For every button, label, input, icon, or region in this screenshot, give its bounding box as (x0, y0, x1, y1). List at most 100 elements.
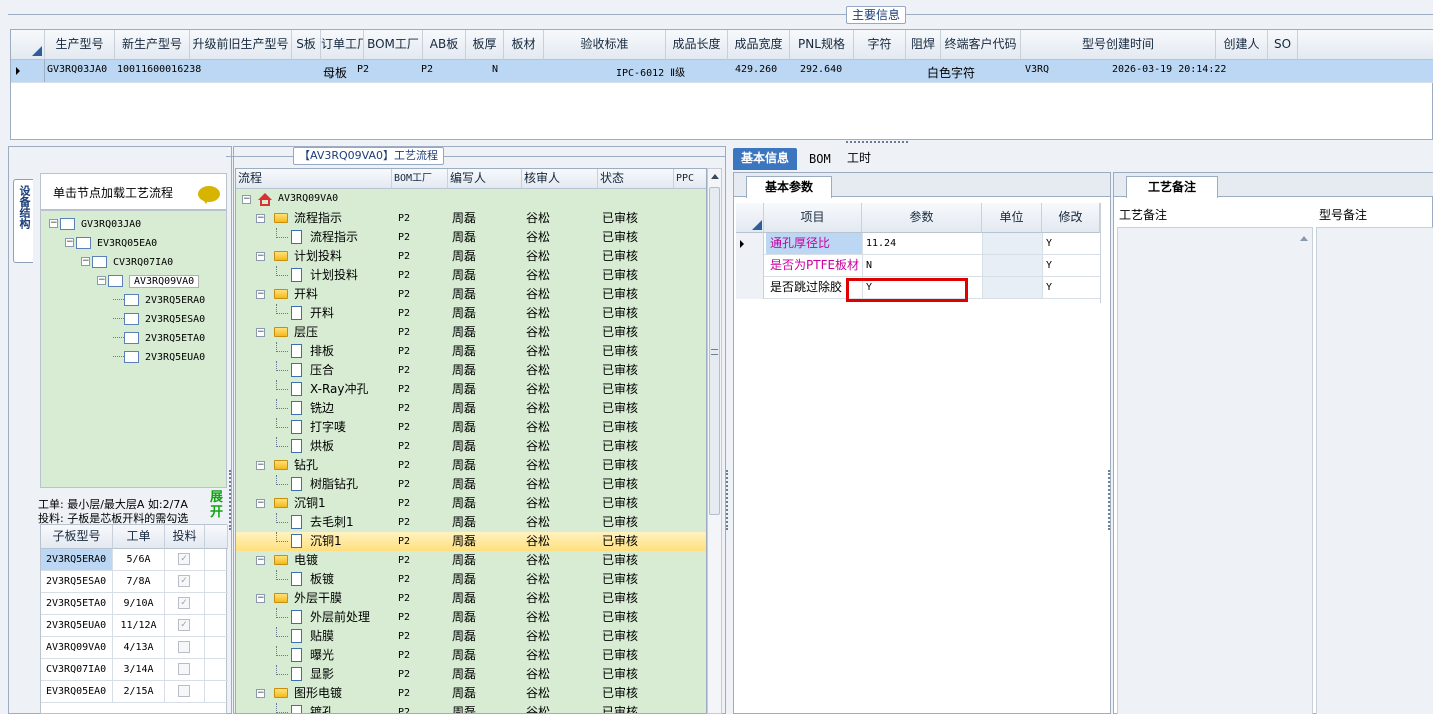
collapse-icon[interactable]: − (256, 252, 265, 261)
main-col-header[interactable]: 验收标准 (544, 30, 666, 60)
param-row[interactable]: 通孔厚径比 11.24 Y (736, 233, 1100, 255)
feed-checkbox[interactable] (178, 663, 190, 675)
param-value[interactable]: 11.24 (862, 233, 982, 254)
param-col-header[interactable]: 项目 (764, 203, 862, 233)
right-splitter[interactable] (1108, 470, 1112, 530)
flow-row[interactable]: X-Ray冲孔 P2 周磊 谷松 已审核 (236, 380, 706, 399)
structure-node[interactable]: 2V3RQ5EUA0 (113, 348, 205, 365)
collapse-icon[interactable]: − (256, 556, 265, 565)
flow-row[interactable]: − 沉铜1 P2 周磊 谷松 已审核 (236, 494, 706, 513)
side-tab-device-structure[interactable]: 设备结构 (13, 179, 33, 263)
flow-col-header[interactable]: 核审人 (522, 169, 598, 189)
flow-row[interactable]: 打字唛 P2 周磊 谷松 已审核 (236, 418, 706, 437)
main-col-header[interactable]: 订单工厂 (321, 30, 364, 60)
main-col-header[interactable]: 新生产型号 (115, 30, 190, 60)
sub-board-row[interactable]: 2V3RQ5EUA0 11/12A ✓ (41, 615, 228, 637)
sub-col-header[interactable]: 子板型号 (41, 525, 113, 549)
main-col-header[interactable]: 阻焊 (906, 30, 941, 60)
flow-row[interactable]: 烘板 P2 周磊 谷松 已审核 (236, 437, 706, 456)
sub-col-header[interactable]: 投料 (165, 525, 205, 549)
main-col-header[interactable]: S板 (292, 30, 321, 60)
splitter-handle[interactable] (846, 141, 908, 145)
param-col-header[interactable]: 参数 (862, 203, 982, 233)
param-col-header[interactable]: 单位 (982, 203, 1042, 233)
collapse-icon[interactable]: − (256, 214, 265, 223)
main-col-header[interactable]: AB板 (423, 30, 466, 60)
param-col-header[interactable]: 修改 (1042, 203, 1100, 233)
flow-row[interactable]: 计划投料 P2 周磊 谷松 已审核 (236, 266, 706, 285)
sub-order[interactable]: 11/12A (113, 615, 165, 636)
flow-row[interactable]: 去毛刺1 P2 周磊 谷松 已审核 (236, 513, 706, 532)
collapse-icon[interactable]: − (65, 238, 74, 247)
collapse-icon[interactable]: − (49, 219, 58, 228)
collapse-icon[interactable]: − (81, 257, 90, 266)
collapse-icon[interactable]: − (256, 594, 265, 603)
flow-root-node[interactable]: − AV3RQ09VA0 (236, 190, 706, 209)
feed-checkbox[interactable]: ✓ (178, 619, 190, 631)
flow-row[interactable]: − 层压 P2 周磊 谷松 已审核 (236, 323, 706, 342)
collapse-icon[interactable]: − (256, 290, 265, 299)
main-col-header[interactable]: 成品宽度 (728, 30, 790, 60)
flow-row[interactable]: 板镀 P2 周磊 谷松 已审核 (236, 570, 706, 589)
flow-row[interactable]: − 外层干膜 P2 周磊 谷松 已审核 (236, 589, 706, 608)
tab-process-remark[interactable]: 工艺备注 (1126, 176, 1218, 198)
feed-checkbox[interactable]: ✓ (178, 597, 190, 609)
flow-row[interactable]: − 计划投料 P2 周磊 谷松 已审核 (236, 247, 706, 266)
flow-row[interactable]: 镀孔 P2 周磊 谷松 已审核 (236, 703, 706, 713)
param-value[interactable]: N (862, 255, 982, 276)
flow-col-header[interactable]: BOM工厂 (392, 169, 448, 189)
model-remark-field[interactable] (1316, 227, 1433, 714)
main-info-data-row[interactable]: GV3RQ03JA0 10011600016238 母板 P2 P2 N IPC-6012 … (11, 60, 1433, 83)
remark-scroll-up-icon[interactable] (1300, 236, 1308, 241)
sub-board-row[interactable]: 2V3RQ5ESA0 7/8A ✓ (41, 571, 228, 593)
main-col-header[interactable]: 型号创建时间 (1021, 30, 1216, 60)
collapse-icon[interactable]: − (256, 328, 265, 337)
structure-node[interactable]: 2V3RQ5ESA0 (113, 310, 205, 327)
flow-row[interactable]: 铣边 P2 周磊 谷松 已审核 (236, 399, 706, 418)
main-col-header[interactable]: 成品长度 (666, 30, 728, 60)
feed-checkbox[interactable] (178, 641, 190, 653)
structure-node[interactable]: − CV3RQ07IA0 (81, 253, 173, 270)
sub-board-row[interactable]: 2V3RQ5ERA0 5/6A ✓ (41, 549, 228, 571)
flow-row[interactable]: 树脂钻孔 P2 周磊 谷松 已审核 (236, 475, 706, 494)
scroll-up-icon[interactable] (711, 174, 719, 179)
sub-order[interactable]: 9/10A (113, 593, 165, 614)
main-col-header[interactable]: BOM工厂 (364, 30, 423, 60)
flow-row[interactable]: 外层前处理 P2 周磊 谷松 已审核 (236, 608, 706, 627)
mid-splitter[interactable] (726, 470, 730, 530)
flow-row[interactable]: 贴膜 P2 周磊 谷松 已审核 (236, 627, 706, 646)
main-col-header[interactable]: 生产型号 (45, 30, 115, 60)
flow-col-header[interactable]: 流程 (236, 169, 392, 189)
collapse-icon[interactable]: − (242, 195, 251, 204)
structure-node[interactable]: 2V3RQ5ETA0 (113, 329, 205, 346)
tab-work-hours[interactable]: 工时 (847, 149, 871, 167)
flow-row[interactable]: − 开料 P2 周磊 谷松 已审核 (236, 285, 706, 304)
flow-row[interactable]: 流程指示 P2 周磊 谷松 已审核 (236, 228, 706, 247)
flow-row[interactable]: 曝光 P2 周磊 谷松 已审核 (236, 646, 706, 665)
flow-row[interactable]: − 电镀 P2 周磊 谷松 已审核 (236, 551, 706, 570)
structure-node[interactable]: − AV3RQ09VA0 (97, 272, 200, 289)
sub-board-row[interactable]: AV3RQ09VA0 4/13A (41, 637, 228, 659)
main-col-header[interactable]: 创建人 (1216, 30, 1268, 60)
structure-node[interactable]: − EV3RQ05EA0 (65, 234, 157, 251)
flow-row[interactable]: 显影 P2 周磊 谷松 已审核 (236, 665, 706, 684)
sub-order[interactable]: 2/15A (113, 681, 165, 702)
flow-scrollbar[interactable] (707, 168, 722, 714)
sub-board-row[interactable]: CV3RQ07IA0 3/14A (41, 659, 228, 681)
flow-row[interactable]: 开料 P2 周磊 谷松 已审核 (236, 304, 706, 323)
main-col-header[interactable]: 升级前旧生产型号 (190, 30, 292, 60)
main-col-header[interactable]: 板材 (504, 30, 544, 60)
sub-order[interactable]: 3/14A (113, 659, 165, 680)
main-col-header[interactable]: 终端客户代码 (941, 30, 1021, 60)
structure-node[interactable]: − GV3RQ03JA0 (49, 215, 141, 232)
param-row[interactable]: 是否为PTFE板材 N Y (736, 255, 1100, 277)
expand-button[interactable]: 展开 (210, 490, 226, 520)
process-remark-field[interactable] (1117, 227, 1313, 714)
collapse-icon[interactable]: − (256, 689, 265, 698)
collapse-icon[interactable]: − (97, 276, 106, 285)
feed-checkbox[interactable]: ✓ (178, 553, 190, 565)
structure-node[interactable]: 2V3RQ5ERA0 (113, 291, 205, 308)
flow-row[interactable]: − 图形电镀 P2 周磊 谷松 已审核 (236, 684, 706, 703)
feed-checkbox[interactable] (178, 685, 190, 697)
sub-col-header[interactable]: 工单 (113, 525, 165, 549)
